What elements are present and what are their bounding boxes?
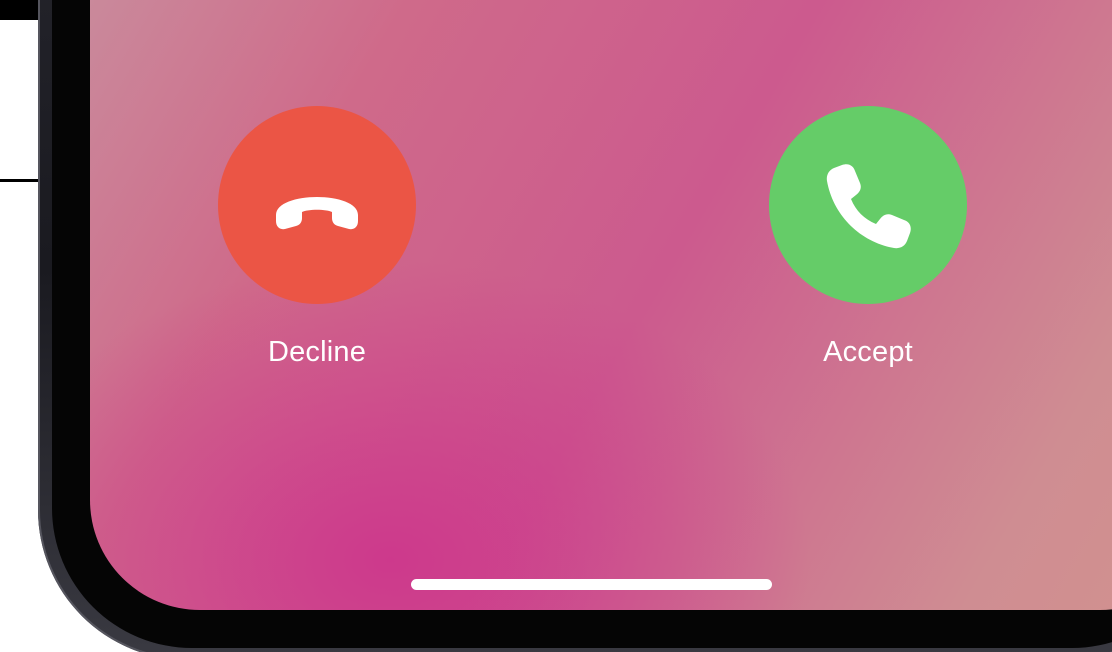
page: Decline Accept (0, 0, 1112, 652)
call-screen (90, 0, 1112, 610)
accept-button[interactable] (769, 106, 967, 304)
phone-icon (826, 164, 911, 249)
phone-hangup-icon (276, 197, 358, 230)
accept-label: Accept (823, 336, 913, 368)
home-indicator[interactable] (411, 579, 772, 590)
decline-label: Decline (267, 336, 367, 368)
decline-button[interactable] (218, 106, 416, 304)
